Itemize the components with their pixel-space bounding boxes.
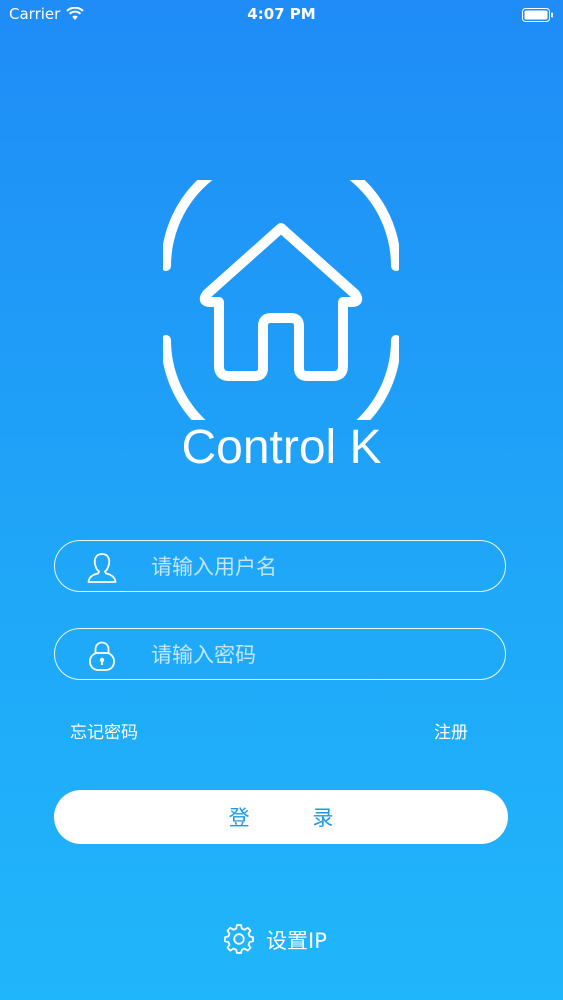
user-icon: [87, 553, 117, 583]
login-button[interactable]: 登 录: [54, 790, 508, 844]
password-input[interactable]: [149, 637, 483, 673]
register-link[interactable]: 注册: [434, 718, 468, 743]
app-name: Control K: [181, 421, 382, 474]
set-ip-label: 设置IP: [266, 929, 327, 953]
clock: 4:07 PM: [247, 5, 316, 23]
status-bar: Carrier 4:07 PM: [0, 0, 563, 30]
battery-icon: [522, 8, 553, 22]
login-screen: Carrier 4:07 PM Control K 请输入用户名 忘记密码 注册…: [0, 0, 563, 1000]
gear-icon: [224, 924, 254, 954]
username-field[interactable]: [54, 540, 506, 592]
forgot-password-link[interactable]: 忘记密码: [70, 718, 138, 743]
username-input[interactable]: [149, 549, 483, 585]
lock-icon: [89, 641, 115, 671]
house-logo-icon: [163, 180, 399, 420]
password-field[interactable]: [54, 628, 506, 680]
